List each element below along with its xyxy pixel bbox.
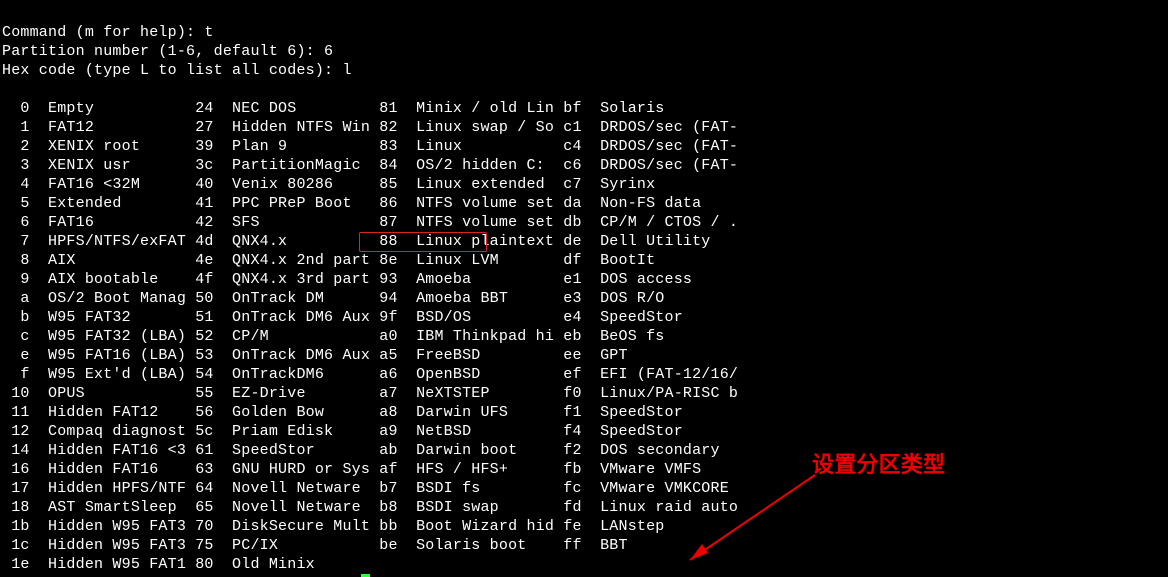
header-line-0: Command (m for help): t: [2, 24, 214, 41]
blank-line: [2, 81, 11, 98]
header-line-2: Hex code (type L to list all codes): l: [2, 62, 352, 79]
highlight-linux-lvm: [359, 232, 487, 252]
annotation-text: 设置分区类型: [812, 455, 945, 474]
header-line-1: Partition number (1-6, default 6): 6: [2, 43, 333, 60]
terminal[interactable]: Command (m for help): t Partition number…: [0, 0, 1168, 577]
partition-type-table: 0 Empty 24 NEC DOS 81 Minix / old Lin bf…: [2, 100, 738, 573]
